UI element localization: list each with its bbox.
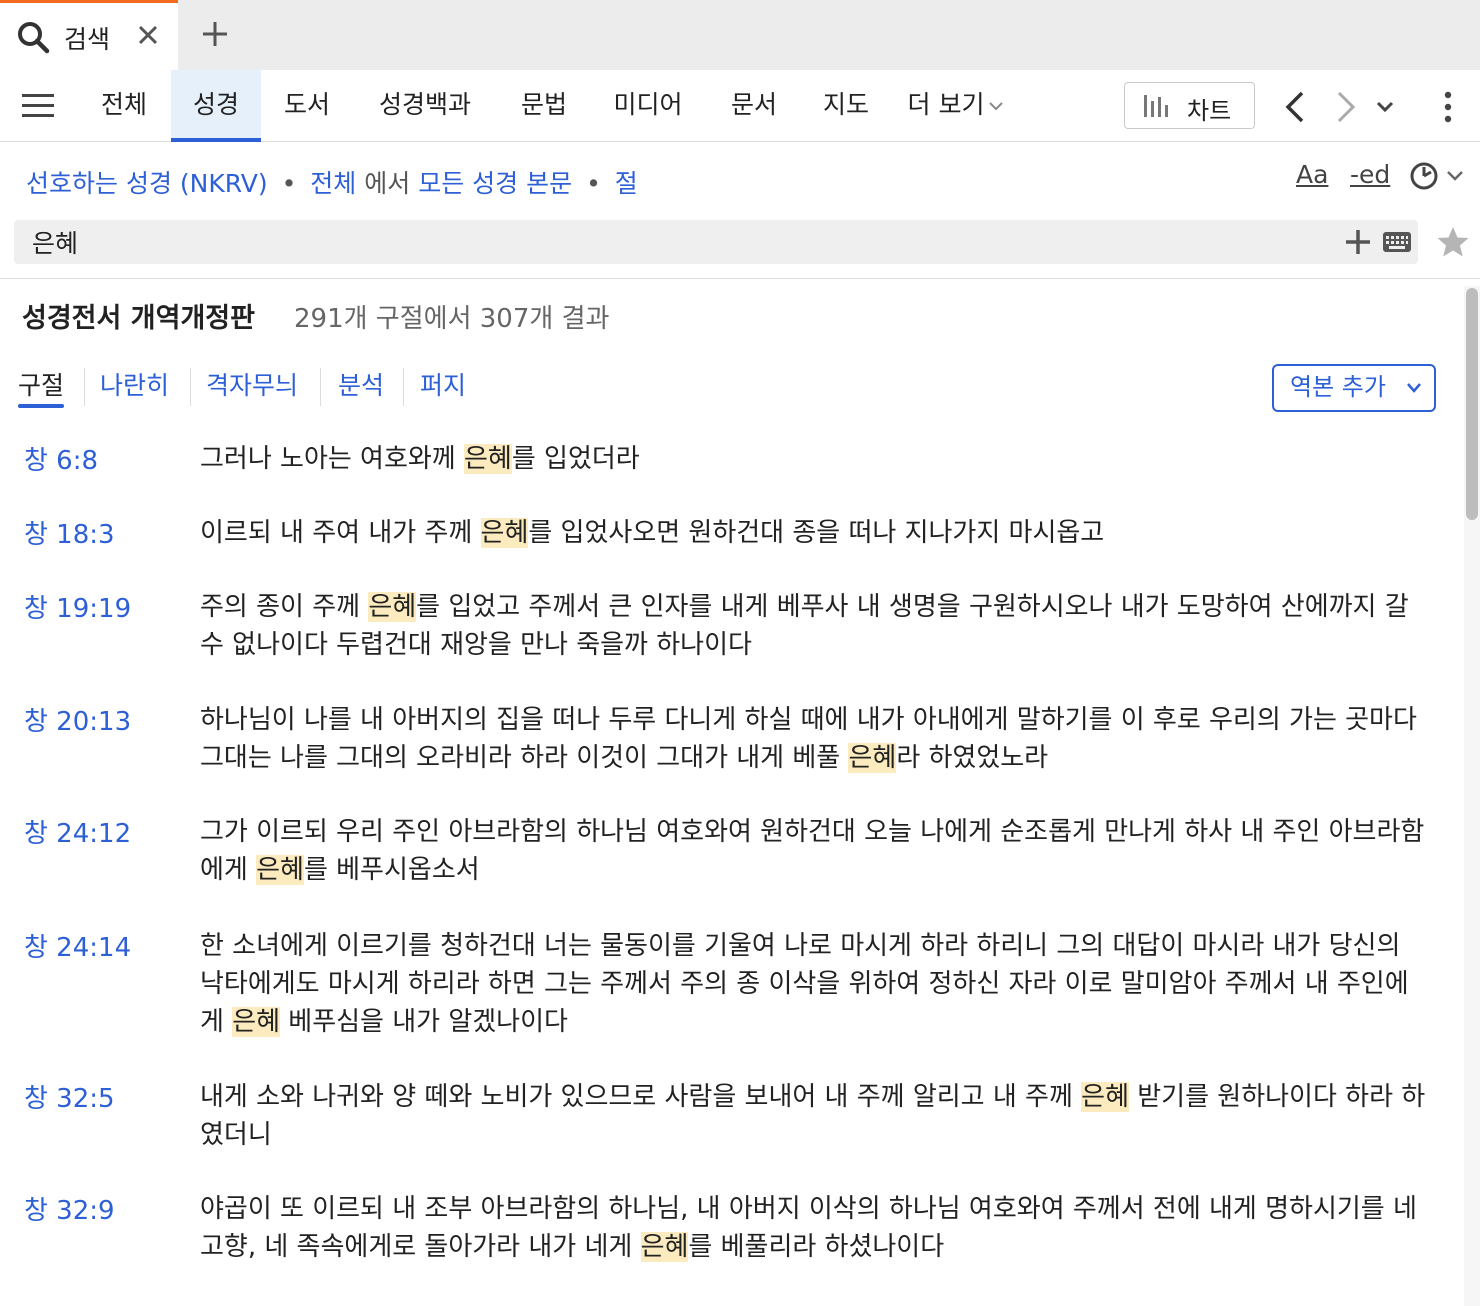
tab-books[interactable]: 도서 bbox=[268, 70, 346, 142]
verse-text-segment: 이르되 내 주여 내가 주께 bbox=[200, 518, 481, 548]
view-tab-verses[interactable]: 구절 bbox=[18, 366, 65, 408]
verse-text: 그가 이르되 우리 주인 아브라함의 하나님 여호와여 원하건대 오늘 나에게 … bbox=[200, 813, 1430, 889]
verse-text-segment: 그러나 노아는 여호와께 bbox=[200, 444, 464, 474]
search-hit: 은혜 bbox=[848, 743, 897, 773]
verse-text: 하나님이 나를 내 아버지의 집을 떠나 두루 다니게 하실 때에 내가 아내에… bbox=[200, 701, 1430, 777]
tab-grammar[interactable]: 문법 bbox=[506, 70, 582, 142]
more-options-icon[interactable] bbox=[1438, 90, 1458, 124]
verse-reference[interactable]: 창 32:5 bbox=[24, 1078, 115, 1115]
tab-encyclopedia[interactable]: 성경백과 bbox=[362, 70, 488, 142]
scope-in-text: 에서 bbox=[364, 169, 411, 198]
verse-reference[interactable]: 창 18:3 bbox=[24, 514, 115, 551]
verse-text: 내게 소와 나귀와 양 떼와 노비가 있으므로 사람을 보내어 내 주께 알리고… bbox=[200, 1078, 1430, 1154]
chevron-down-icon bbox=[1407, 383, 1421, 393]
chevron-down-icon bbox=[989, 102, 1004, 111]
scope-separator: • bbox=[281, 169, 297, 198]
verse-text: 그러나 노아는 여호와께 은혜를 입었더라 bbox=[200, 440, 1430, 478]
scrollbar[interactable] bbox=[1464, 286, 1480, 1306]
view-tab-analysis[interactable]: 분석 bbox=[338, 366, 384, 402]
search-hit: 은혜 bbox=[368, 592, 417, 622]
verse-reference[interactable]: 창 6:8 bbox=[24, 440, 98, 477]
search-hit: 은혜 bbox=[480, 518, 529, 548]
scope-separator: • bbox=[586, 169, 601, 198]
scrollbar-thumb[interactable] bbox=[1466, 288, 1478, 520]
add-translation-label: 역본 추가 bbox=[1290, 373, 1386, 401]
tab-divider bbox=[190, 368, 191, 406]
search-hit: 은혜 bbox=[1081, 1082, 1129, 1112]
tab-divider bbox=[84, 368, 85, 406]
verse-reference[interactable]: 창 20:13 bbox=[24, 701, 131, 738]
history-timer-icon[interactable] bbox=[1408, 160, 1468, 192]
bar-chart-icon bbox=[1144, 95, 1168, 117]
more-label: 더 보기 bbox=[907, 90, 985, 119]
view-tab-parallel[interactable]: 나란히 bbox=[100, 366, 169, 402]
scope-selector[interactable]: 전체 bbox=[310, 169, 356, 198]
verse-text-segment: 하나님이 나를 내 아버지의 집을 떠나 두루 다니게 하실 때에 내가 아내에… bbox=[200, 705, 1417, 773]
plus-icon[interactable] bbox=[200, 19, 230, 49]
tab-strip: 검색 bbox=[0, 0, 1480, 70]
star-icon[interactable] bbox=[1436, 225, 1470, 259]
nav-bar: 전체 성경 도서 성경백과 문법 미디어 문서 지도 더 보기 차트 bbox=[0, 70, 1480, 142]
divider bbox=[0, 278, 1480, 279]
chart-label: 차트 bbox=[1187, 97, 1232, 125]
tab-divider bbox=[403, 368, 404, 406]
match-case-toggle[interactable]: Aa bbox=[1296, 160, 1328, 189]
search-input[interactable] bbox=[32, 224, 1332, 260]
verse-text-segment: 베푸심을 내가 알겠나이다 bbox=[280, 1007, 568, 1037]
history-dropdown-icon[interactable] bbox=[1374, 96, 1396, 118]
close-icon[interactable] bbox=[136, 23, 160, 47]
tab-more[interactable]: 더 보기 bbox=[898, 70, 1014, 142]
view-tab-fuzzy[interactable]: 퍼지 bbox=[420, 366, 466, 402]
chevron-right-icon[interactable] bbox=[1333, 90, 1359, 124]
search-box bbox=[14, 220, 1418, 264]
chart-button[interactable]: 차트 bbox=[1124, 82, 1255, 129]
verse-text-segment: 주의 종이 주께 bbox=[200, 592, 369, 622]
verse-text-segment: 를 입었더라 bbox=[511, 444, 640, 474]
target-selector[interactable]: 모든 성경 본문 bbox=[418, 169, 572, 198]
search-hit: 은혜 bbox=[256, 855, 304, 885]
verse-reference[interactable]: 창 24:14 bbox=[24, 927, 131, 964]
add-term-icon[interactable] bbox=[1344, 228, 1372, 256]
verse-text: 이르되 내 주여 내가 주께 은혜를 입었사오면 원하건대 종을 떠나 지나가지… bbox=[200, 514, 1430, 552]
keyboard-icon[interactable] bbox=[1383, 232, 1411, 252]
tab-media[interactable]: 미디어 bbox=[600, 70, 696, 142]
verse-text-segment: 라 하였었노라 bbox=[896, 743, 1049, 773]
tab-divider bbox=[320, 368, 321, 406]
verse-reference[interactable]: 창 19:19 bbox=[24, 588, 131, 625]
results-title: 성경전서 개역개정판 bbox=[22, 303, 255, 334]
add-translation-button[interactable]: 역본 추가 bbox=[1272, 364, 1436, 412]
verse-text-segment: 를 베풀리라 하셨나이다 bbox=[688, 1232, 945, 1262]
verse-text: 한 소녀에게 이르기를 청하건대 너는 물동이를 기울여 나로 마시게 하라 하… bbox=[200, 927, 1430, 1041]
bible-selector[interactable]: 선호하는 성경 (NKRV) bbox=[26, 169, 268, 198]
word-forms-toggle[interactable]: -ed bbox=[1350, 160, 1390, 189]
search-icon bbox=[18, 22, 50, 54]
verse-text-segment: 내게 소와 나귀와 양 떼와 노비가 있으므로 사람을 보내어 내 주께 알리고… bbox=[200, 1082, 1082, 1112]
chevron-left-icon[interactable] bbox=[1282, 90, 1308, 124]
search-scope: 선호하는 성경 (NKRV) • 전체 에서 모든 성경 본문 • 절 bbox=[26, 164, 638, 200]
tab-search[interactable]: 검색 bbox=[0, 0, 178, 70]
verse-text-segment: 를 입었사오면 원하건대 종을 떠나 지나가지 마시옵고 bbox=[528, 518, 1105, 548]
verse-text: 주의 종이 주께 은혜를 입었고 주께서 큰 인자를 내게 베푸사 내 생명을 … bbox=[200, 588, 1430, 664]
verse-reference[interactable]: 창 32:9 bbox=[24, 1190, 115, 1227]
hamburger-menu-icon[interactable] bbox=[22, 92, 54, 120]
tab-maps[interactable]: 지도 bbox=[808, 70, 884, 142]
tab-label: 검색 bbox=[64, 25, 111, 54]
verse-text-segment: 를 베푸시옵소서 bbox=[303, 855, 480, 885]
search-hit: 은혜 bbox=[640, 1232, 689, 1262]
tab-bible[interactable]: 성경 bbox=[171, 70, 261, 142]
tab-all[interactable]: 전체 bbox=[84, 70, 164, 142]
results-count: 291개 구절에서 307개 결과 bbox=[294, 304, 610, 334]
view-tab-grid[interactable]: 격자무늬 bbox=[206, 366, 298, 402]
search-hit: 은혜 bbox=[464, 444, 512, 474]
unit-selector[interactable]: 절 bbox=[615, 169, 638, 198]
verse-reference[interactable]: 창 24:12 bbox=[24, 813, 131, 850]
verse-text: 야곱이 또 이르되 내 조부 아브라함의 하나님, 내 아버지 이삭의 하나님 … bbox=[200, 1190, 1430, 1266]
tab-documents[interactable]: 문서 bbox=[716, 70, 792, 142]
search-hit: 은혜 bbox=[232, 1007, 281, 1037]
